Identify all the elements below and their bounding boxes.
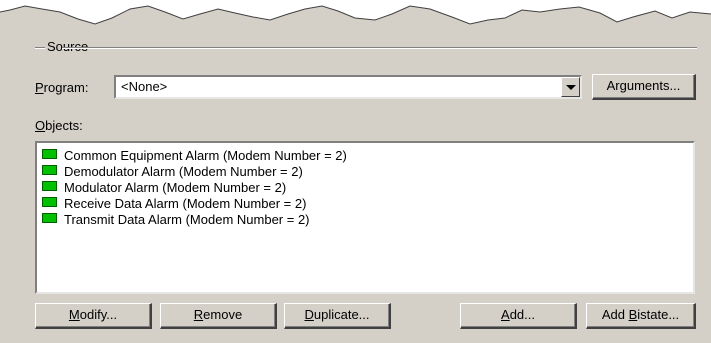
remove-button[interactable]: Remove xyxy=(160,303,277,329)
add-bistate-button[interactable]: Add Bistate... xyxy=(586,303,696,329)
add-button[interactable]: Add... xyxy=(460,303,577,329)
list-item[interactable]: Common Equipment Alarm (Modem Number = 2… xyxy=(42,148,347,163)
arguments-button[interactable]: Arguments... xyxy=(592,74,696,100)
objects-listbox[interactable]: Common Equipment Alarm (Modem Number = 2… xyxy=(35,141,695,294)
duplicate-button[interactable]: Duplicate... xyxy=(284,303,391,329)
status-indicator-icon xyxy=(42,213,57,223)
chevron-down-icon[interactable] xyxy=(561,77,580,97)
status-indicator-icon xyxy=(42,149,57,159)
program-combobox-value: <None> xyxy=(121,79,168,94)
objects-label: Objects: xyxy=(35,118,83,133)
program-label: Program: xyxy=(35,80,89,95)
list-item[interactable]: Demodulator Alarm (Modem Number = 2) xyxy=(42,164,303,179)
status-indicator-icon xyxy=(42,197,57,207)
group-box-line-left xyxy=(35,47,45,49)
list-item[interactable]: Transmit Data Alarm (Modem Number = 2) xyxy=(42,212,310,227)
modify-button[interactable]: Modify... xyxy=(35,303,152,329)
group-box-line xyxy=(62,47,697,49)
list-item[interactable]: Modulator Alarm (Modem Number = 2) xyxy=(42,180,286,195)
status-indicator-icon xyxy=(42,181,57,191)
list-item[interactable]: Receive Data Alarm (Modem Number = 2) xyxy=(42,196,306,211)
status-indicator-icon xyxy=(42,165,57,175)
program-combobox[interactable]: <None> xyxy=(114,75,582,99)
